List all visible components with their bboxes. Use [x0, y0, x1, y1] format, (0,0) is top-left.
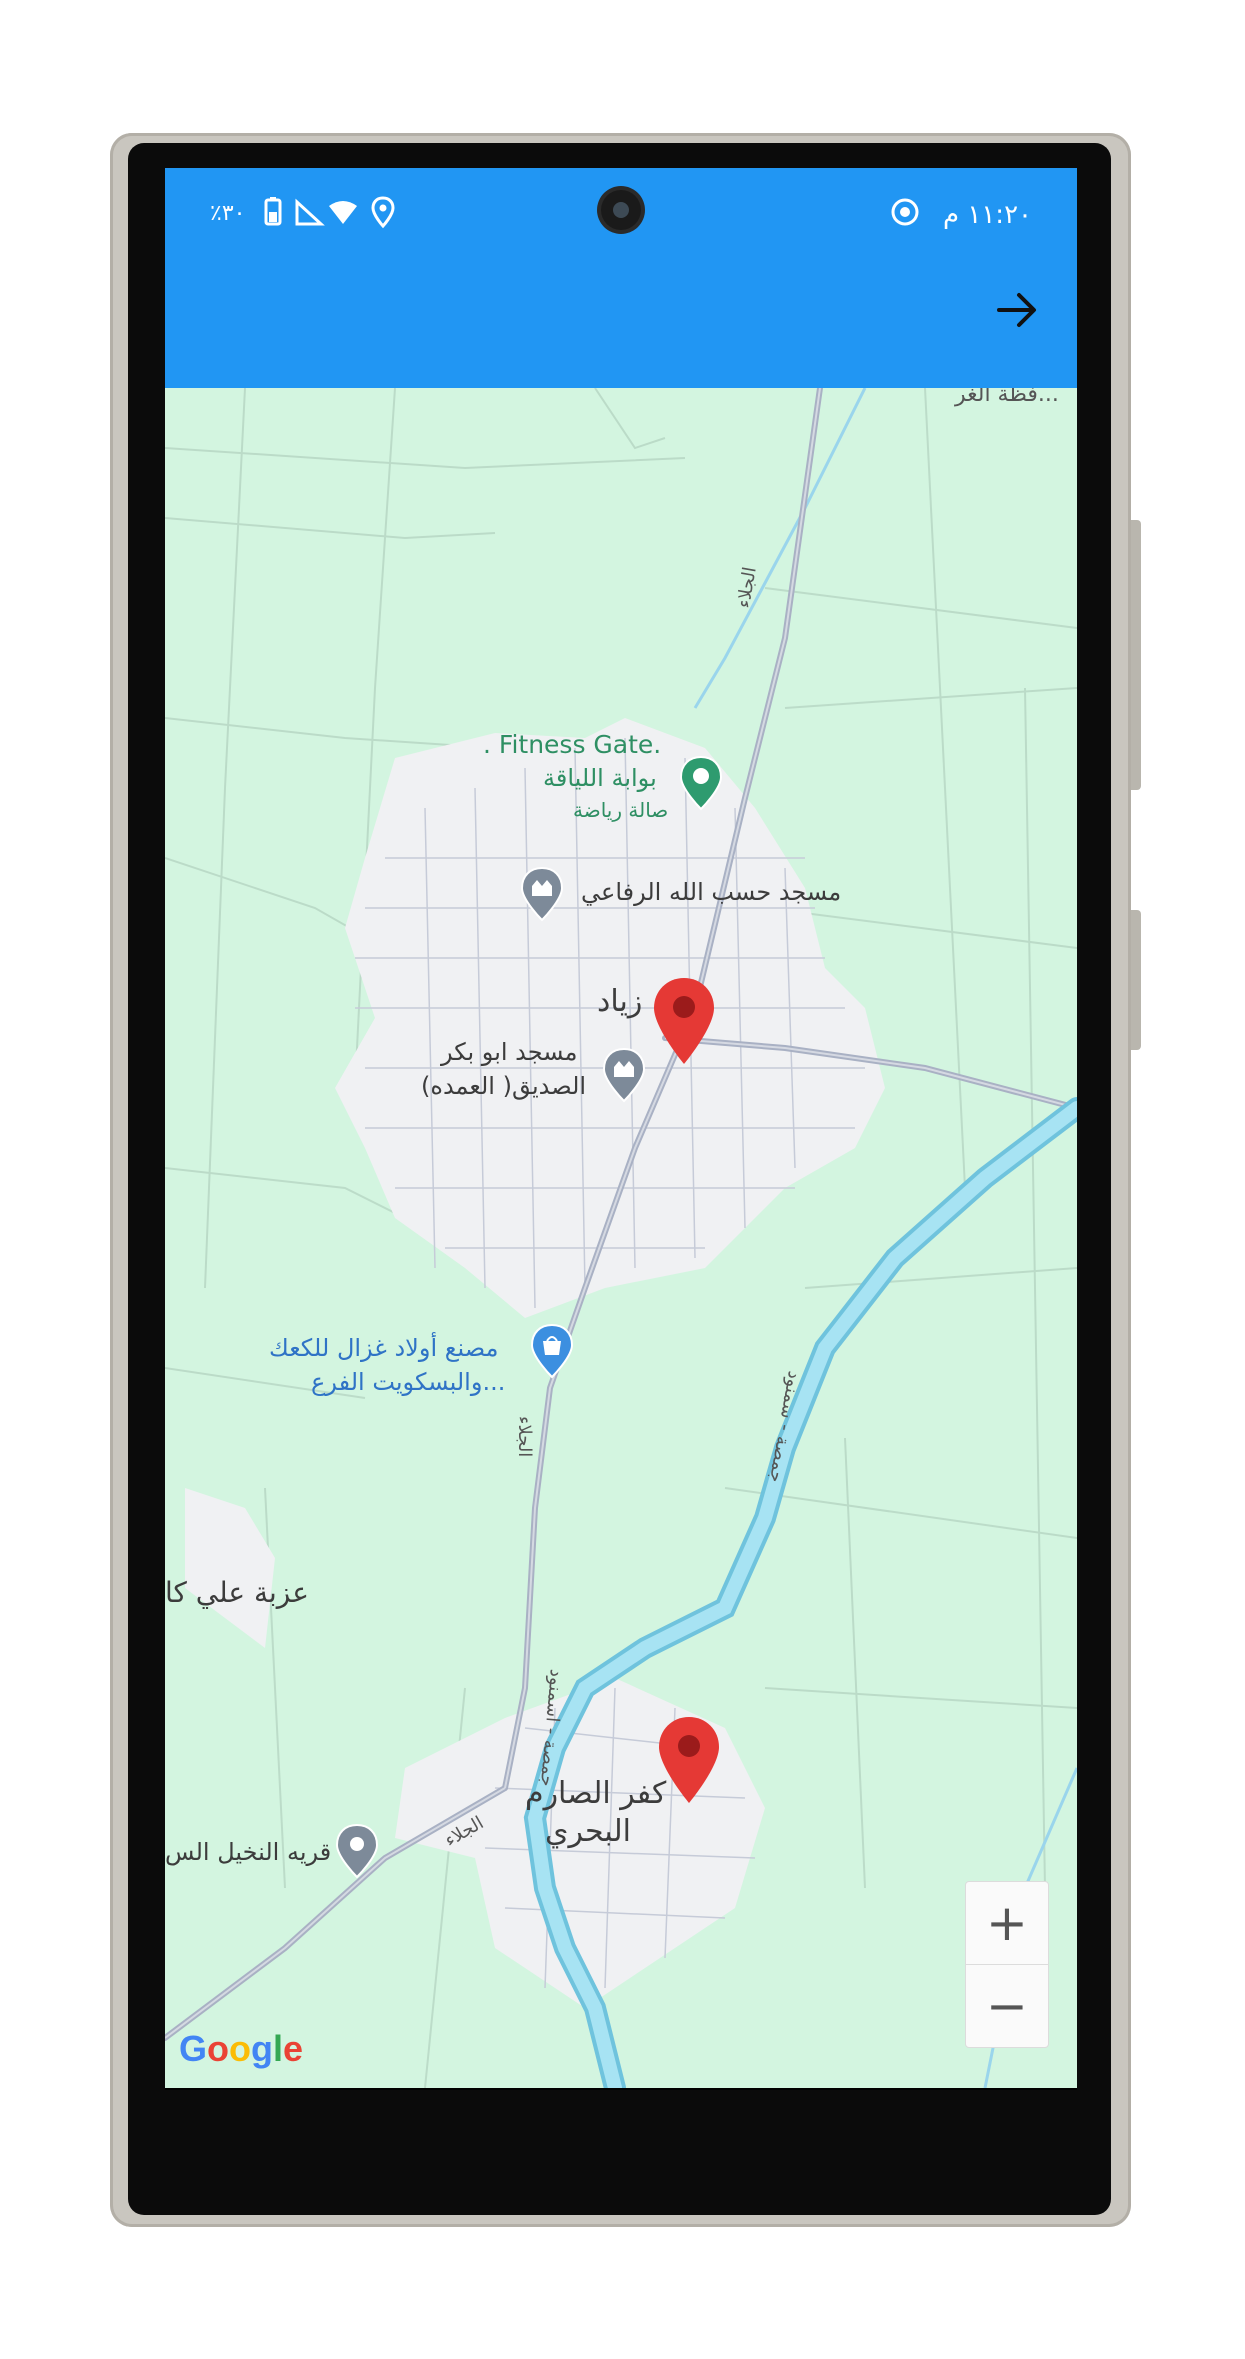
screen: ١١:٢٠ م ٪٣٠ فظة الغر... الجلاء . Fitness… [165, 168, 1077, 2090]
map-view[interactable]: فظة الغر... الجلاء . Fitness Gate. بوابة… [165, 388, 1077, 2088]
map-label-top: فظة الغر... [955, 388, 1059, 407]
back-button[interactable] [987, 280, 1047, 340]
zoom-out-button[interactable]: − [965, 1964, 1049, 2048]
mosque-poi-icon[interactable] [601, 1047, 647, 1103]
google-logo-letter: g [251, 2028, 274, 2069]
google-logo-letter: l [273, 2028, 284, 2069]
map-label-mosque-1: مسجد حسب الله الرفاعي [581, 878, 842, 906]
map-label-factory-line2: والبسكويت الفرع... [311, 1368, 506, 1396]
map-label-town-ziyad: زياد [597, 984, 643, 1019]
mosque-poi-icon[interactable] [519, 866, 565, 922]
map-label-factory-line1: مصنع أولاد غزال للكعك [269, 1334, 499, 1362]
map-label-kafr-line1: كفر الصارم [525, 1776, 667, 1811]
google-logo-letter: G [179, 2028, 208, 2069]
map-label-fitness-en: . Fitness Gate. [483, 730, 662, 759]
google-logo-letter: o [229, 2028, 252, 2069]
app-bar [165, 258, 1077, 388]
signal-icon [291, 194, 327, 230]
place-poi-icon[interactable] [334, 1823, 380, 1879]
power-button [1131, 910, 1141, 1050]
shop-poi-icon[interactable] [529, 1323, 575, 1379]
gym-poi-icon[interactable] [678, 755, 724, 811]
location-icon [365, 194, 401, 230]
map-label-village: عزبة علي كا [165, 1576, 309, 1609]
front-camera [601, 190, 641, 230]
road-label: الجلاء [514, 1416, 535, 1458]
arrow-right-icon [997, 293, 1036, 327]
map-label-place: قريه النخيل الس [165, 1838, 332, 1866]
wifi-icon [325, 194, 361, 230]
google-logo-letter: e [283, 2028, 304, 2069]
volume-button [1131, 520, 1141, 790]
status-bar: ١١:٢٠ م ٪٣٠ [165, 168, 1077, 258]
google-logo: Google [179, 2028, 303, 2070]
status-time: ١١:٢٠ م [943, 200, 1032, 230]
map-label-fitness-category: صالة رياضة [573, 798, 669, 822]
map-label-mosque-2-line1: مسجد ابو بكر [441, 1038, 578, 1066]
zoom-in-button[interactable]: + [965, 1881, 1049, 1965]
map-label-fitness-ar: بوابة اللياقة [543, 764, 657, 792]
location-pin-icon[interactable] [651, 976, 717, 1066]
google-logo-letter: o [207, 2028, 230, 2069]
screen-record-icon [887, 194, 923, 230]
map-label-mosque-2-line2: الصديق( العمده) [421, 1072, 587, 1100]
battery-icon [255, 194, 291, 230]
system-navigation-bar [165, 2088, 1077, 2090]
map-label-kafr-line2: البحري [545, 1814, 631, 1849]
battery-percent: ٪٣٠ [210, 201, 246, 226]
